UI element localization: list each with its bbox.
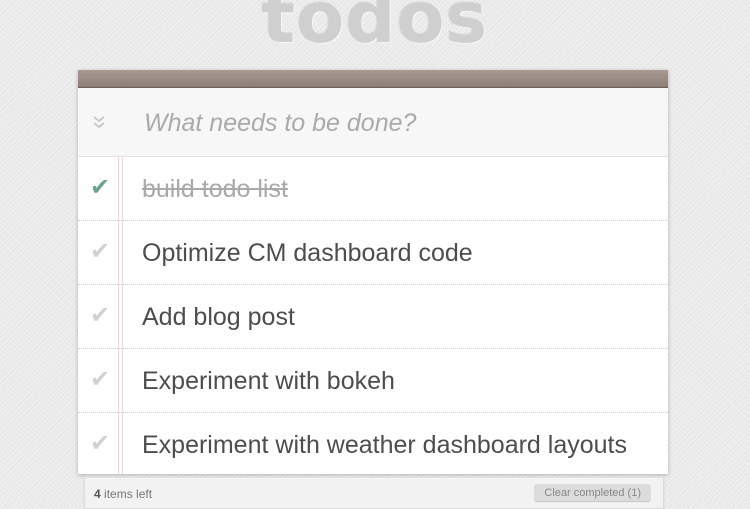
todo-label[interactable]: Add blog post bbox=[142, 302, 295, 332]
todo-item[interactable]: ✔ Add blog post bbox=[78, 285, 668, 349]
new-todo-input[interactable] bbox=[142, 100, 656, 146]
checkmark-icon[interactable]: ✔ bbox=[88, 365, 112, 395]
todo-item[interactable]: ✔ Experiment with bokeh bbox=[78, 349, 668, 413]
items-left-number: 4 bbox=[94, 487, 101, 501]
items-left-text: items left bbox=[104, 487, 153, 501]
todo-label[interactable]: build todo list bbox=[142, 174, 288, 204]
todo-item[interactable]: ✔ build todo list bbox=[78, 157, 668, 221]
todo-item[interactable]: ✔ Optimize CM dashboard code bbox=[78, 221, 668, 285]
todo-label[interactable]: Experiment with bokeh bbox=[142, 366, 395, 396]
checkmark-icon[interactable]: ✔ bbox=[88, 301, 112, 331]
header-band bbox=[78, 70, 668, 88]
todo-label[interactable]: Optimize CM dashboard code bbox=[142, 238, 473, 268]
double-chevron-down-icon[interactable] bbox=[78, 88, 120, 156]
checkmark-icon[interactable]: ✔ bbox=[88, 429, 112, 459]
todo-app: ✔ build todo list ✔ Optimize CM dashboar… bbox=[78, 70, 668, 474]
todo-list: ✔ build todo list ✔ Optimize CM dashboar… bbox=[78, 157, 668, 476]
toggle-all-glyph bbox=[93, 116, 105, 129]
checkmark-icon[interactable]: ✔ bbox=[88, 237, 112, 267]
todo-label[interactable]: Experiment with weather dashboard layout… bbox=[142, 430, 627, 460]
new-todo-row bbox=[78, 88, 668, 157]
todo-item[interactable]: ✔ Experiment with weather dashboard layo… bbox=[78, 413, 668, 476]
app-title: todos bbox=[261, 0, 489, 59]
items-left-count: 4 items left bbox=[94, 487, 152, 501]
todo-footer: 4 items left Clear completed (1) bbox=[84, 478, 664, 509]
checkmark-icon[interactable]: ✔ bbox=[88, 173, 112, 203]
clear-completed-button[interactable]: Clear completed (1) bbox=[534, 484, 651, 502]
